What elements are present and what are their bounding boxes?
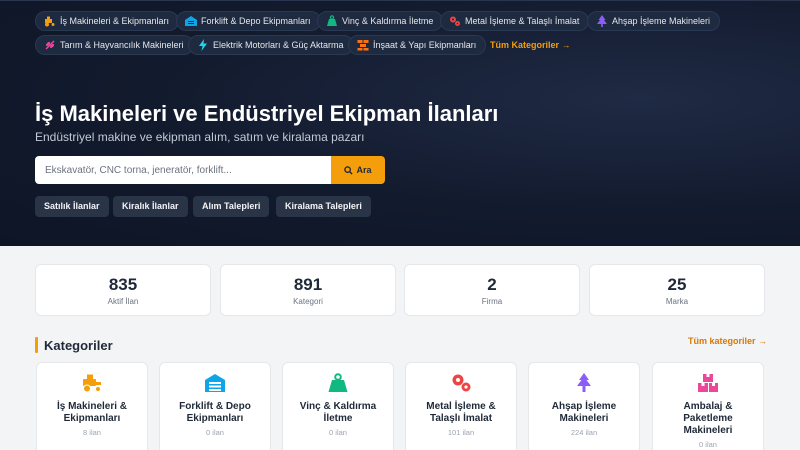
category-chip-is-makineleri[interactable]: İş Makineleri & Ekipmanları [35,11,180,31]
chip-label: İnşaat & Yapı Ekipmanları [373,40,477,50]
category-name: Metal İşleme & Talaşlı İmalat [426,401,496,424]
category-count: 8 ilan [83,428,101,437]
category-card-vinc[interactable]: Vinç & Kaldırma İletme 0 ilan [282,362,394,450]
category-count: 101 ilan [447,428,475,437]
search-button-label: Ara [356,165,372,175]
chip-label: Vinç & Kaldırma İletme [342,16,434,26]
weight-icon [327,15,337,26]
gears-icon [452,374,471,392]
category-card-metal-isleme[interactable]: Metal İşleme & Talaşlı İmalat 101 ilan [405,362,517,450]
search-button[interactable]: Ara [331,156,385,184]
section-title: Kategoriler [44,338,113,353]
tractor-icon [83,374,101,393]
all-categories-link[interactable]: Tüm kategoriler → [688,336,767,346]
category-count: 224 ilan [570,428,598,437]
filter-satilik[interactable]: Satılık İlanlar [35,196,109,217]
seedling-icon [45,40,55,50]
gears-icon [450,16,460,26]
tractor-icon [45,16,55,27]
search-input[interactable] [35,156,331,184]
category-count: 0 ilan [329,428,347,437]
search-icon [344,165,354,175]
all-categories-chip-link[interactable]: Tüm Kategoriler → [490,40,571,50]
category-name: Ambalaj & Paketleme Makineleri [683,401,733,436]
category-chip-insaat[interactable]: İnşaat & Yapı Ekipmanları [348,35,487,55]
stat-value: 891 [293,275,323,294]
chip-label: Tarım & Hayvancılık Makineleri [60,40,184,50]
page-subtitle: Endüstriyel makine ve ekipman alım, satı… [35,130,365,144]
bricks-icon [357,40,369,51]
category-card-ambalaj[interactable]: Ambalaj & Paketleme Makineleri 0 ilan [652,362,764,450]
stat-value: 25 [667,275,687,294]
stat-value: 835 [108,275,138,294]
chip-label: Forklift & Depo Ekipmanları [201,16,311,26]
category-card-ahsap-isleme[interactable]: Ahşap İşleme Makineleri 224 ilan [528,362,640,450]
top-divider [0,0,800,1]
category-chip-tarim[interactable]: Tarım & Hayvancılık Makineleri [35,35,194,55]
chip-label: Ahşap İşleme Makineleri [612,16,711,26]
hero-banner: İş Makineleri & Ekipmanları Forklift & D… [0,0,800,246]
weight-icon [328,373,348,392]
filter-kiralama-talepleri[interactable]: Kiralama Talepleri [276,196,371,217]
stat-card-active-listings: 835 Aktif İlan [35,264,211,316]
page-title: İş Makineleri ve Endüstriyel Ekipman İla… [35,101,499,126]
chip-label: Metal İşleme & Talaşlı İmalat [465,16,580,26]
category-chip-vinc[interactable]: Vinç & Kaldırma İletme [317,11,444,31]
category-chip-metal-isleme[interactable]: Metal İşleme & Talaşlı İmalat [440,11,590,31]
stat-card-companies: 2 Firma [404,264,580,316]
category-name: Ahşap İşleme Makineleri [551,401,617,424]
category-chip-elektrik-motorlari[interactable]: Elektrik Motorları & Güç Aktarma [188,35,354,55]
category-count: 0 ilan [699,440,717,449]
boxes-icon [698,374,718,392]
stat-card-categories: 891 Kategori [220,264,396,316]
category-name: Forklift & Depo Ekipmanları [179,401,251,424]
category-card-is-makineleri[interactable]: İş Makineleri & Ekipmanları 8 ilan [36,362,148,450]
section-accent-bar [35,337,38,353]
stat-card-brands: 25 Marka [589,264,765,316]
category-name: Vinç & Kaldırma İletme [299,401,377,424]
stat-label: Kategori [293,297,323,306]
stat-label: Aktif İlan [107,297,139,306]
filter-alim-talepleri[interactable]: Alım Talepleri [193,196,270,217]
category-chip-forklift[interactable]: Forklift & Depo Ekipmanları [176,11,321,31]
bolt-icon [199,39,207,51]
stat-label: Marka [665,297,689,306]
stat-value: 2 [487,275,497,294]
category-name: İş Makineleri & Ekipmanları [56,401,128,424]
tree-icon [597,15,607,27]
filter-kiralik[interactable]: Kiralık İlanlar [113,196,188,217]
category-card-forklift[interactable]: Forklift & Depo Ekipmanları 0 ilan [159,362,271,450]
stat-label: Firma [481,297,503,306]
warehouse-icon [185,16,197,26]
tree-icon [577,373,591,392]
chip-label: Elektrik Motorları & Güç Aktarma [213,40,344,50]
warehouse-icon [205,374,225,392]
search-bar: Ara [35,156,385,184]
category-count: 0 ilan [206,428,224,437]
category-chip-ahsap-isleme[interactable]: Ahşap İşleme Makineleri [587,11,721,31]
chip-label: İş Makineleri & Ekipmanları [60,16,170,26]
